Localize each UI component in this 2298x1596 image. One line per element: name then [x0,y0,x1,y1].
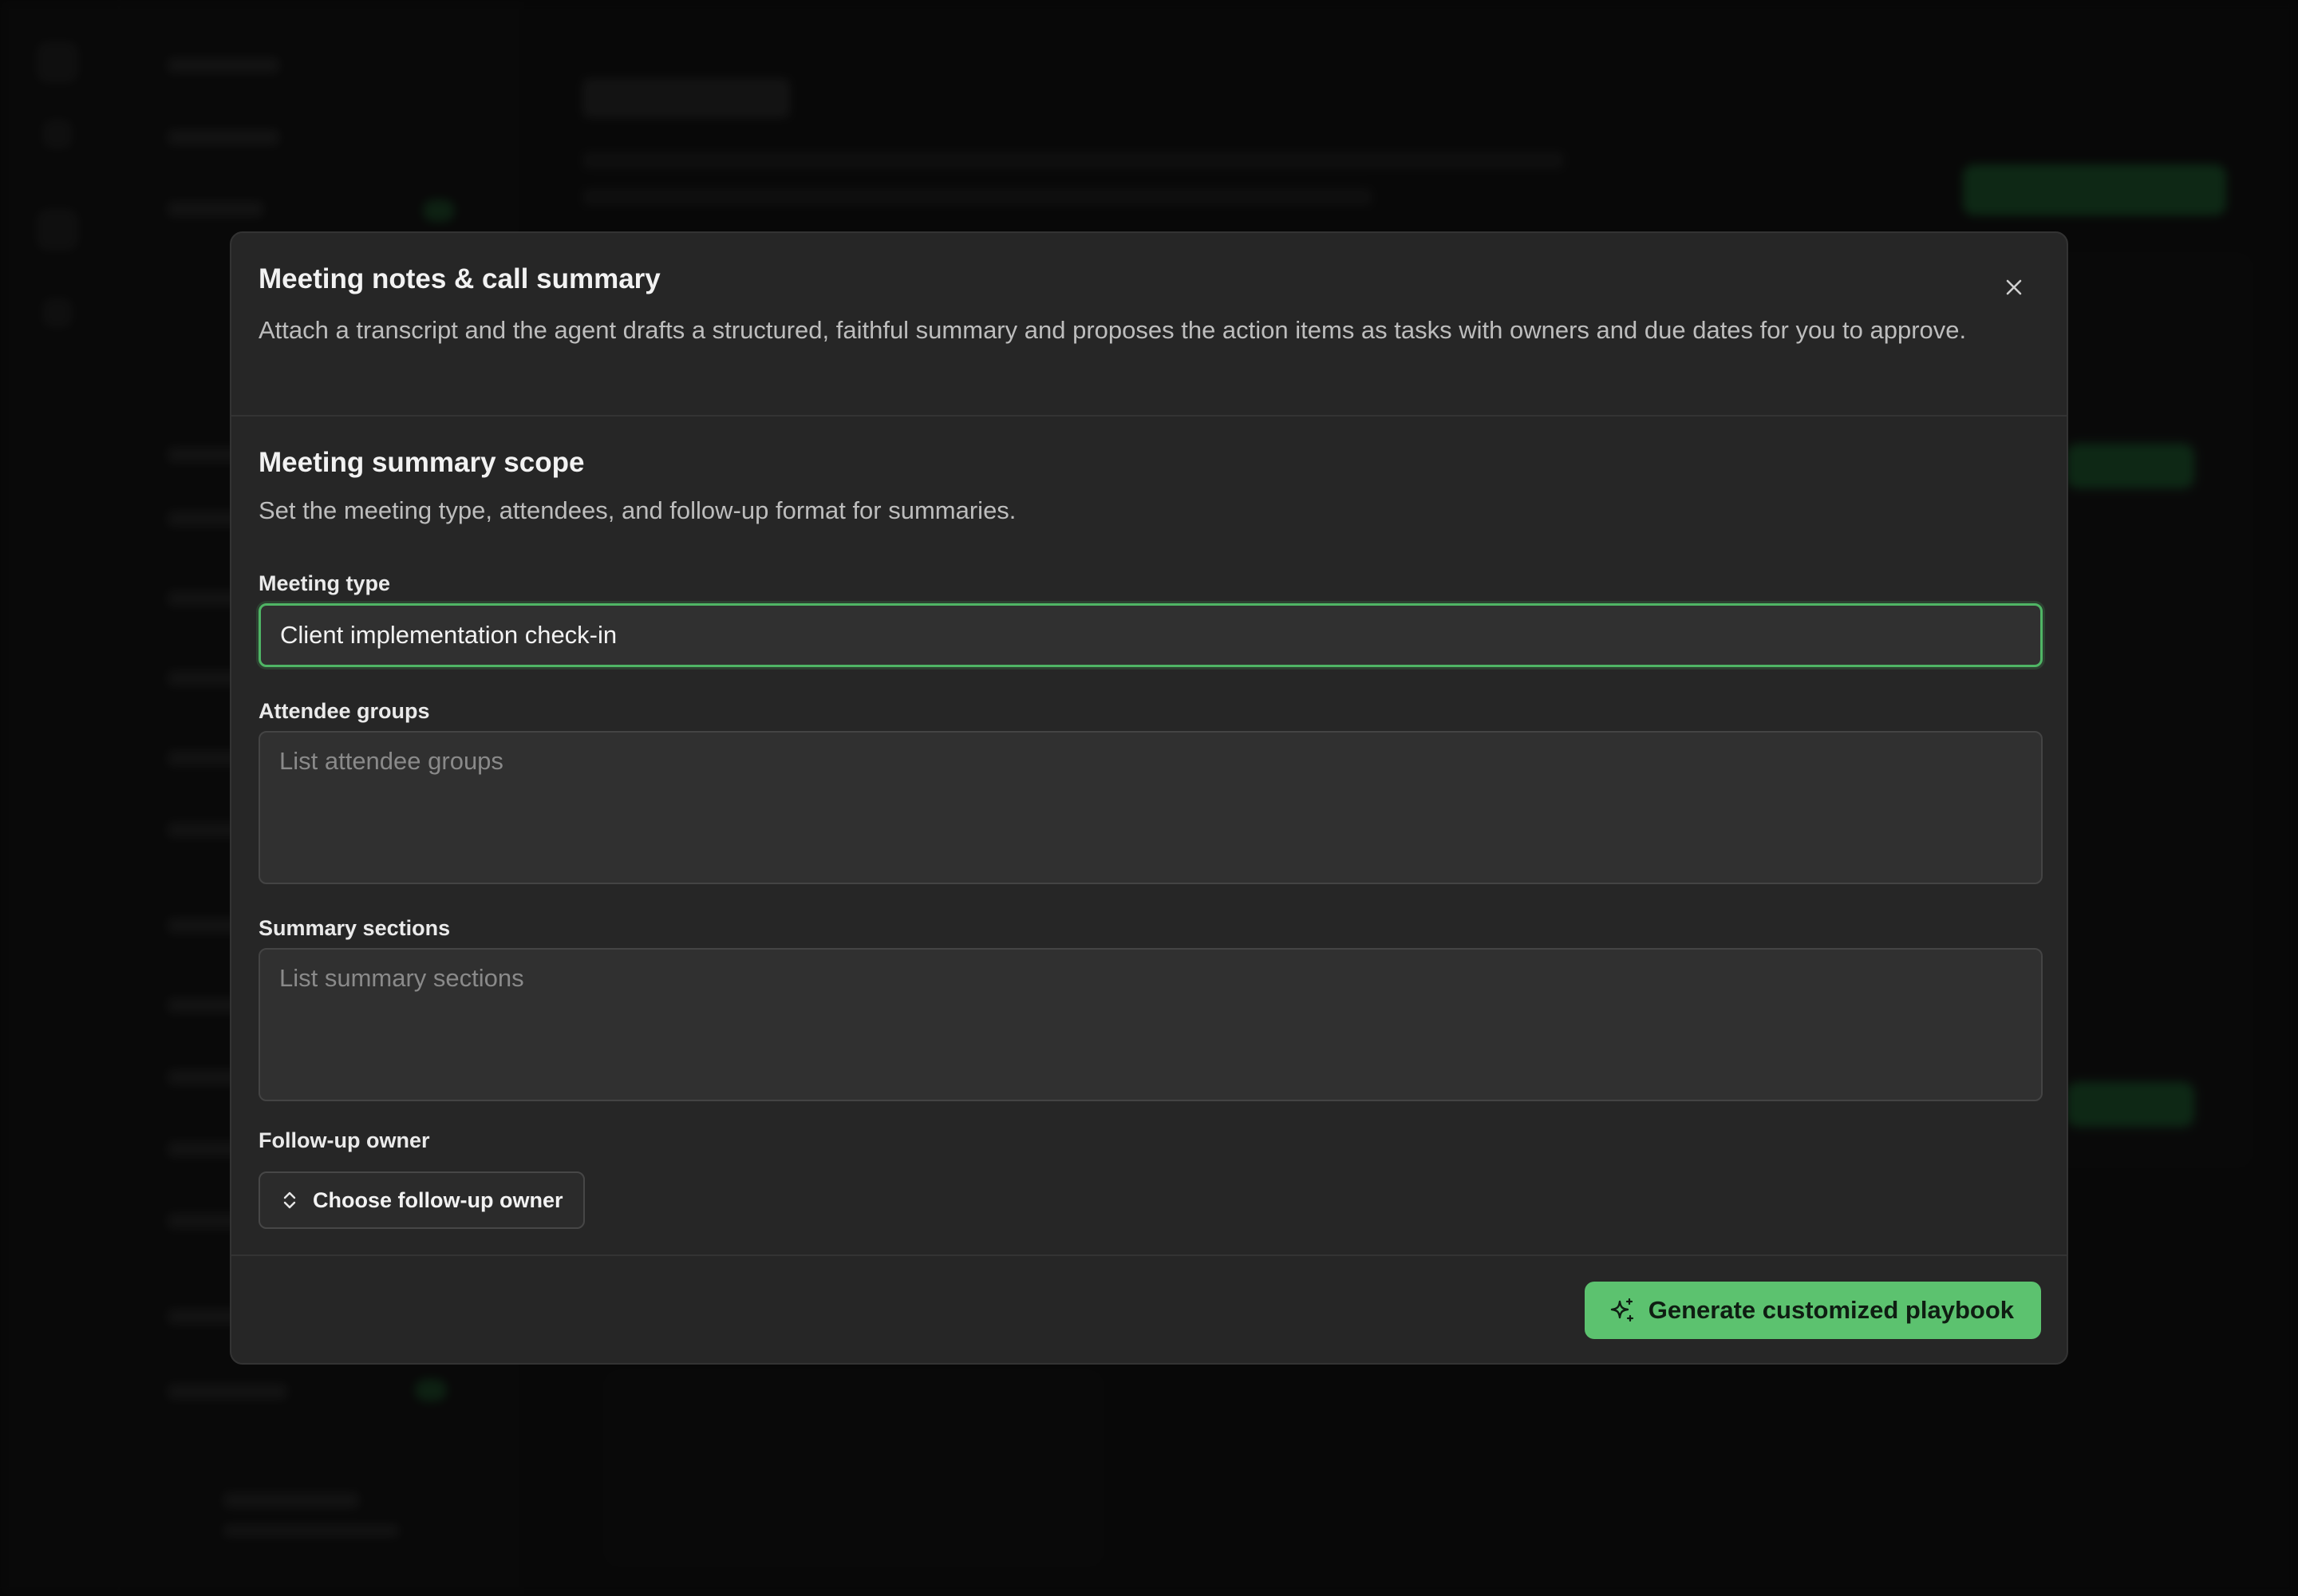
follow-up-owner-select-label: Choose follow-up owner [313,1187,563,1212]
modal-header: Meeting notes & call summary Attach a tr… [231,233,2067,417]
meeting-type-input[interactable] [259,603,2043,667]
chevron-up-down-icon [283,1191,296,1209]
summary-sections-textarea[interactable] [259,948,2043,1101]
modal-title: Meeting notes & call summary [259,263,661,294]
section-description: Set the meeting type, attendees, and fol… [259,496,1017,524]
sparkles-icon [1610,1298,1633,1322]
close-icon [2006,279,2022,295]
attendee-groups-label: Attendee groups [259,699,430,723]
close-button[interactable] [1995,268,2033,306]
meeting-notes-modal: Meeting notes & call summary Attach a tr… [230,231,2068,1365]
summary-sections-label: Summary sections [259,916,451,940]
generate-playbook-button[interactable]: Generate customized playbook [1584,1282,2041,1339]
follow-up-owner-select[interactable]: Choose follow-up owner [259,1171,586,1229]
modal-description: Attach a transcript and the agent drafts… [259,316,1967,344]
modal-footer: Generate customized playbook [231,1254,2067,1363]
generate-playbook-label: Generate customized playbook [1648,1296,2014,1324]
follow-up-owner-label: Follow-up owner [259,1128,430,1152]
meeting-type-label: Meeting type [259,571,391,595]
attendee-groups-textarea[interactable] [259,731,2043,884]
section-title: Meeting summary scope [259,447,585,478]
